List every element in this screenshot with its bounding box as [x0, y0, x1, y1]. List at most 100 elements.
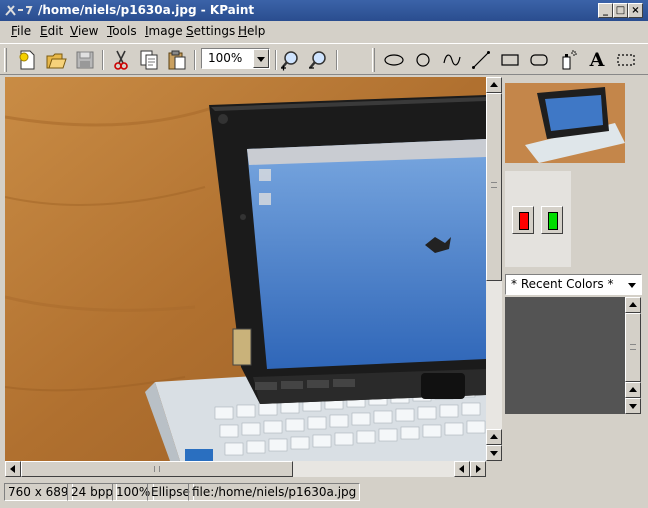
zoom-out-icon: [309, 51, 326, 69]
minimize-button[interactable]: _: [598, 3, 613, 18]
paste-button[interactable]: [164, 48, 190, 72]
menu-help[interactable]: Help: [238, 24, 265, 38]
palette-vertical-scrollbar[interactable]: [625, 297, 641, 414]
arrow-left-icon: [10, 465, 15, 473]
palette-scroll-thumb[interactable]: [625, 313, 641, 382]
chevron-down-icon: [257, 57, 265, 62]
line-tool-button[interactable]: [468, 48, 494, 72]
save-icon: [76, 51, 94, 69]
title-bar[interactable]: /home/niels/p1630a.jpg - KPaint _ □ ×: [0, 0, 648, 21]
new-icon: [19, 50, 35, 70]
foreground-color-swatch: [519, 212, 529, 230]
rounded-rectangle-icon: [530, 54, 548, 66]
zoom-dropdown-button[interactable]: [253, 49, 269, 68]
toolbar-separator: [194, 50, 196, 70]
copy-icon: [140, 50, 158, 70]
arrow-up-icon: [490, 434, 498, 439]
toolbar: A: [0, 43, 648, 75]
pen-tool-button[interactable]: [439, 48, 465, 72]
maximize-button[interactable]: □: [613, 3, 628, 18]
scroll-left-button[interactable]: [5, 461, 21, 477]
rounded-rectangle-tool-button[interactable]: [526, 48, 552, 72]
scroll-down-button[interactable]: [486, 445, 502, 461]
app-icon[interactable]: [4, 3, 34, 18]
menu-image[interactable]: Image: [145, 24, 183, 38]
palette-scroll-down-button[interactable]: [625, 398, 641, 414]
zoom-select[interactable]: 100%: [201, 48, 270, 69]
recent-colors-label: * Recent Colors *: [511, 277, 614, 291]
open-button[interactable]: [43, 48, 69, 72]
open-icon: [46, 53, 67, 69]
scroll-left-button-right[interactable]: [454, 461, 470, 477]
photo-laptop-image: [5, 77, 486, 461]
menu-settings[interactable]: Settings: [186, 24, 235, 38]
arrow-left-icon: [459, 465, 464, 473]
background-color-button[interactable]: [541, 206, 563, 234]
palette-scroll-up-button-lower[interactable]: [625, 382, 641, 398]
scroll-right-button[interactable]: [470, 461, 486, 477]
thumbnail-image: [505, 83, 625, 163]
toolbar-separator: [102, 50, 104, 70]
thumb-grip: [630, 344, 636, 350]
rectangle-icon: [501, 54, 519, 66]
foreground-color-button[interactable]: [512, 206, 534, 234]
close-button[interactable]: ×: [628, 3, 643, 18]
arrow-down-icon: [490, 451, 498, 456]
select-area-tool-button[interactable]: [613, 48, 639, 72]
text-icon: A: [589, 49, 605, 71]
arrow-up-icon: [629, 302, 637, 307]
thumb-grip: [491, 182, 497, 188]
copy-button[interactable]: [136, 48, 162, 72]
toolbar-separator: [336, 50, 338, 70]
status-tool: Ellipse: [147, 483, 194, 501]
vertical-scroll-thumb[interactable]: [486, 93, 502, 281]
recent-colors-select[interactable]: * Recent Colors *: [505, 274, 642, 295]
menu-bar: File Edit View Tools Image Settings Help: [0, 21, 648, 43]
status-color-depth: 24 bpp: [67, 483, 117, 501]
palette-scroll-up-button[interactable]: [625, 297, 641, 313]
new-button[interactable]: [14, 48, 40, 72]
save-button[interactable]: [72, 48, 98, 72]
ellipse-tool-button[interactable]: [381, 48, 407, 72]
cut-icon: [114, 50, 128, 70]
color-palette-area[interactable]: [505, 297, 625, 414]
image-canvas[interactable]: [5, 77, 486, 461]
circle-tool-button[interactable]: [410, 48, 436, 72]
arrow-right-icon: [476, 465, 481, 473]
menu-file[interactable]: File: [11, 24, 31, 38]
arrow-up-icon: [490, 82, 498, 87]
cut-button[interactable]: [108, 48, 134, 72]
spraycan-icon: [562, 50, 577, 70]
spraycan-tool-button[interactable]: [555, 48, 581, 72]
toolbar-grip[interactable]: [372, 48, 375, 72]
zoom-value: 100%: [208, 51, 243, 65]
circle-icon: [416, 53, 430, 67]
toolbar-grip[interactable]: [4, 48, 7, 72]
horizontal-scroll-thumb[interactable]: [21, 461, 293, 477]
zoom-out-button[interactable]: [305, 48, 331, 72]
arrow-up-icon: [629, 387, 637, 392]
thumbnail-preview[interactable]: [505, 83, 625, 163]
zoom-in-button[interactable]: [277, 48, 303, 72]
chevron-down-icon: [628, 283, 636, 288]
canvas-horizontal-scrollbar[interactable]: [5, 461, 486, 477]
scroll-corner: [486, 461, 502, 477]
window-title: /home/niels/p1630a.jpg - KPaint: [38, 3, 255, 17]
paste-icon: [168, 50, 186, 70]
canvas-vertical-scrollbar[interactable]: [486, 77, 502, 461]
pen-icon: [443, 54, 461, 66]
ellipse-icon: [384, 54, 404, 66]
zoom-in-icon: [281, 51, 298, 71]
menu-tools[interactable]: Tools: [107, 24, 137, 38]
select-area-icon: [617, 54, 635, 66]
scroll-up-button[interactable]: [486, 77, 502, 93]
rectangle-tool-button[interactable]: [497, 48, 523, 72]
background-color-swatch: [548, 212, 558, 230]
menu-view[interactable]: View: [70, 24, 98, 38]
thumb-grip: [154, 466, 160, 472]
status-file: file:/home/niels/p1630a.jpg: [188, 483, 361, 501]
scroll-up-button-lower[interactable]: [486, 429, 502, 445]
menu-edit[interactable]: Edit: [40, 24, 63, 38]
line-icon: [472, 51, 490, 69]
text-tool-button[interactable]: A: [584, 48, 610, 72]
